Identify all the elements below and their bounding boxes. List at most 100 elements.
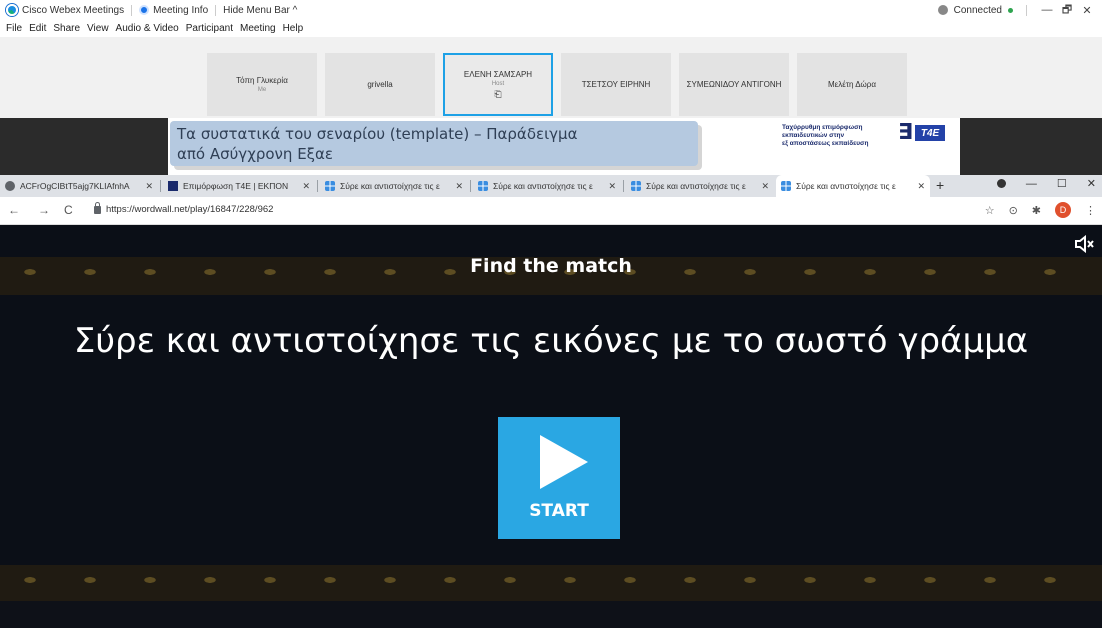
browser-tab[interactable]: Σύρε και αντιστοίχησε τις ε ✕ xyxy=(626,175,774,197)
tab-divider xyxy=(470,180,471,192)
reload-icon[interactable]: C xyxy=(64,203,73,217)
participant-tile[interactable]: ΣΥΜΕΩΝΙΔΟΥ ΑΝΤΙΓΟΝΗ xyxy=(679,53,789,116)
wordwall-icon xyxy=(631,181,641,191)
extension-icon[interactable]: ⊙ xyxy=(1009,204,1018,217)
t4e-logo-mark: ∃ xyxy=(898,120,914,145)
divider xyxy=(131,4,133,16)
close-tab-icon[interactable]: ✕ xyxy=(761,181,769,192)
game-footer xyxy=(0,601,1102,628)
close-button[interactable]: ✕ xyxy=(1080,4,1094,17)
speaker-icon[interactable] xyxy=(1074,235,1096,253)
participant-tile[interactable]: Μελέτη Δώρα xyxy=(797,53,907,116)
menu-share[interactable]: Share xyxy=(53,23,80,34)
participant-tile[interactable]: Τόπη Γλυκερία Me xyxy=(207,53,317,116)
tab-label: Επιμόρφωση T4E | ΕΚΠΟΝ xyxy=(183,181,289,191)
participant-name: ΤΣΕΤΣΟΥ ΕΙΡΗΝΗ xyxy=(581,80,651,89)
recording-icon[interactable] xyxy=(996,179,1006,188)
hide-menu-bar-button[interactable]: Hide Menu Bar ^ xyxy=(223,5,297,16)
back-icon[interactable]: ← xyxy=(8,203,20,217)
wordwall-icon xyxy=(325,181,335,191)
menu-audio-video[interactable]: Audio & Video xyxy=(116,23,179,34)
tab-divider xyxy=(317,180,318,192)
menu-meeting[interactable]: Meeting xyxy=(240,23,276,34)
connection-status: Connected xyxy=(953,4,1002,16)
menu-edit[interactable]: Edit xyxy=(29,23,46,34)
start-label: START xyxy=(529,501,589,521)
participant-name: ΣΥΜΕΩΝΙΔΟΥ ΑΝΤΙΓΟΝΗ xyxy=(686,80,782,89)
browser-tab-active[interactable]: Σύρε και αντιστοίχησε τις ε ✕ xyxy=(776,175,930,197)
lock-icon[interactable] xyxy=(94,202,101,214)
shared-presentation: Τα συστατικά του σεναρίου (template) – Π… xyxy=(0,118,1102,175)
close-button[interactable]: ✕ xyxy=(1087,177,1096,190)
new-tab-button[interactable]: + xyxy=(936,177,944,193)
t4e-caption-line3: εξ αποστάσεως εκπαίδευση xyxy=(782,140,869,147)
participant-tile[interactable]: grivella xyxy=(325,53,435,116)
tab-label: Σύρε και αντιστοίχησε τις ε xyxy=(796,181,896,191)
tabstrip-window-controls: — ☐ ✕ xyxy=(996,177,1096,190)
t4e-icon xyxy=(168,181,178,191)
participant-name: ΕΛΕΝΗ ΣΑΜΣΑΡΗ xyxy=(463,69,533,79)
url-field[interactable]: https://wordwall.net/play/16847/228/962 xyxy=(106,204,273,215)
wordwall-icon xyxy=(781,181,791,191)
tab-label: Σύρε και αντιστοίχησε τις ε xyxy=(493,181,593,191)
browser-tab[interactable]: Επιμόρφωση T4E | ΕΚΠΟΝ ✕ xyxy=(163,175,315,197)
globe-icon xyxy=(5,181,15,191)
webex-status-area: Connected — 🗗 ✕ xyxy=(937,1,1102,20)
address-bar: ← → C https://wordwall.net/play/16847/22… xyxy=(0,197,1102,225)
sharing-icon: ⎗ xyxy=(494,88,502,99)
slide-title-line1: Τα συστατικά του σεναρίου (template) – Π… xyxy=(177,125,578,143)
meeting-info-button[interactable]: Meeting Info xyxy=(153,5,208,16)
game-instructions: Σύρε και αντιστοίχησε τις εικόνες με το … xyxy=(73,321,1029,361)
minimize-button[interactable]: — xyxy=(1026,178,1037,190)
tab-label: Σύρε και αντιστοίχησε τις ε xyxy=(646,181,746,191)
slide-title-line2: από Ασύγχρονη Εξαε xyxy=(177,145,334,163)
game-area: Find the match Σύρε και αντιστοίχησε τις… xyxy=(0,225,1102,628)
close-tab-icon[interactable]: ✕ xyxy=(302,181,310,192)
webex-titlebar: Cisco Webex Meetings Meeting Info Hide M… xyxy=(0,0,1102,20)
tab-divider xyxy=(160,180,161,192)
participant-strip: Τόπη Γλυκερία Me grivella ΕΛΕΝΗ ΣΑΜΣΑΡΗ … xyxy=(0,37,1102,118)
close-tab-icon[interactable]: ✕ xyxy=(455,181,463,192)
slide-title-box: Τα συστατικά του σεναρίου (template) – Π… xyxy=(170,121,698,166)
close-tab-icon[interactable]: ✕ xyxy=(145,181,153,192)
game-title: Find the match xyxy=(470,255,632,277)
menu-participant[interactable]: Participant xyxy=(186,23,233,34)
participant-tile-active[interactable]: ΕΛΕΝΗ ΣΑΜΣΑΡΗ Host ⎗ xyxy=(443,53,553,116)
t4e-caption-line2: εκπαιδευτικών στην xyxy=(782,132,845,139)
browser-tab[interactable]: ACFrOgCIBtT5ajg7KLIAfnhA ✕ xyxy=(0,175,158,197)
tab-label: ACFrOgCIBtT5ajg7KLIAfnhA xyxy=(20,181,130,191)
tab-divider xyxy=(623,180,624,192)
browser-tab[interactable]: Σύρε και αντιστοίχησε τις ε ✕ xyxy=(473,175,621,197)
decorative-band xyxy=(0,565,1102,601)
meeting-info-icon[interactable] xyxy=(139,5,150,15)
participant-role: Me xyxy=(257,87,267,93)
participant-name: Τόπη Γλυκερία xyxy=(236,76,288,85)
t4e-logo-box: T4E xyxy=(915,125,946,141)
close-tab-icon[interactable]: ✕ xyxy=(608,181,616,192)
menu-view[interactable]: View xyxy=(87,23,109,34)
puzzle-icon[interactable]: ✱ xyxy=(1032,204,1041,217)
restore-button[interactable]: ☐ xyxy=(1057,177,1067,190)
minimize-button[interactable]: — xyxy=(1040,4,1054,16)
star-icon[interactable]: ☆ xyxy=(985,204,995,217)
menu-file[interactable]: File xyxy=(6,23,22,34)
wordwall-icon xyxy=(478,181,488,191)
participant-tile[interactable]: ΤΣΕΤΣΟΥ ΕΙΡΗΝΗ xyxy=(561,53,671,116)
t4e-caption-line1: Ταχύρρυθμη επιμόρφωση xyxy=(782,124,863,131)
menu-help[interactable]: Help xyxy=(283,23,304,34)
start-button[interactable]: START xyxy=(498,417,620,539)
browser-tab[interactable]: Σύρε και αντιστοίχησε τις ε ✕ xyxy=(320,175,468,197)
divider xyxy=(215,4,217,16)
restore-button[interactable]: 🗗 xyxy=(1060,1,1074,20)
close-tab-icon[interactable]: ✕ xyxy=(917,181,925,192)
forward-icon[interactable]: → xyxy=(38,203,50,217)
webex-menubar: File Edit Share View Audio & Video Parti… xyxy=(0,20,1102,37)
participant-role: Host xyxy=(491,80,505,87)
game-header: Find the match xyxy=(0,225,1102,295)
more-menu-icon[interactable]: ⋮ xyxy=(1085,204,1096,217)
avatar[interactable]: D xyxy=(1055,202,1071,218)
connection-dot-icon xyxy=(1008,7,1013,13)
browser-tabstrip: ACFrOgCIBtT5ajg7KLIAfnhA ✕ Επιμόρφωση T4… xyxy=(0,175,1102,197)
webex-logo-icon xyxy=(6,4,18,16)
t4e-caption: Ταχύρρυθμη επιμόρφωση εκπαιδευτικών στην… xyxy=(782,124,892,148)
